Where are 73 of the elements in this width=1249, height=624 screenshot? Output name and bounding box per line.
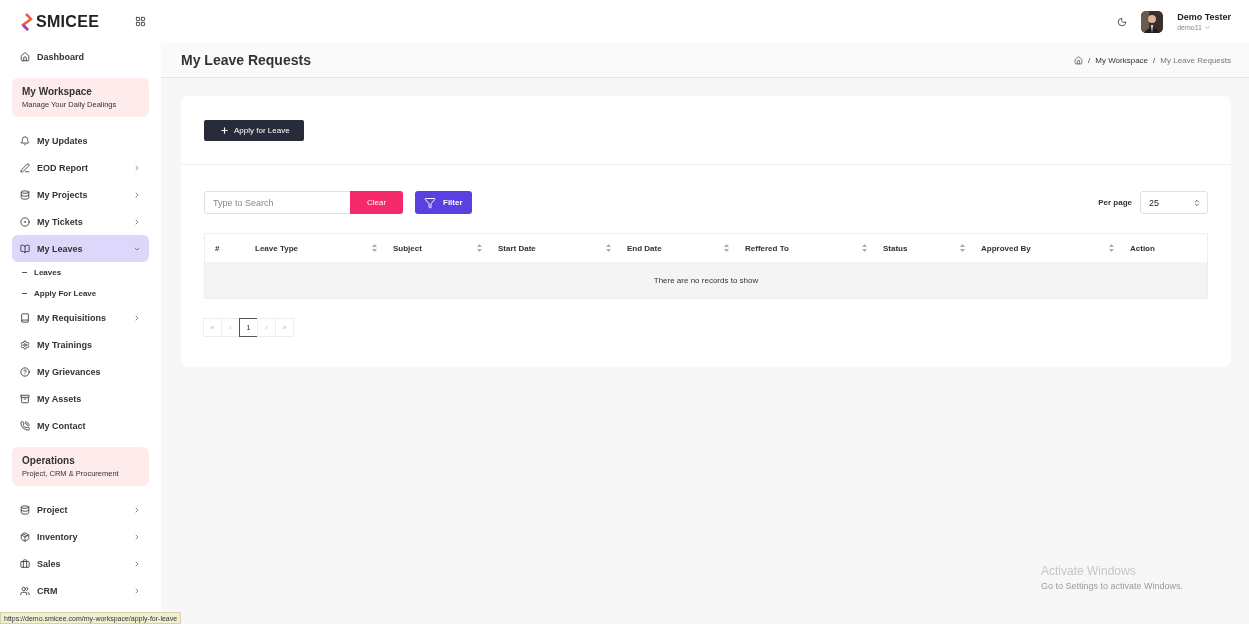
sidebar-item[interactable]: My Assets bbox=[12, 385, 149, 412]
sort-icon[interactable] bbox=[477, 244, 482, 252]
sidebar-item[interactable]: My Updates bbox=[12, 127, 149, 154]
column-header[interactable]: Approved By bbox=[971, 243, 1120, 253]
column-header[interactable]: Start Date bbox=[488, 243, 617, 253]
brand-name: SMICEE bbox=[36, 12, 100, 31]
sort-icon[interactable] bbox=[960, 244, 965, 252]
notice-text: Go to Settings to activate Windows. bbox=[1041, 581, 1184, 591]
submenu-item[interactable]: Leaves bbox=[12, 262, 149, 283]
sort-icon[interactable] bbox=[862, 244, 867, 252]
package-icon bbox=[20, 531, 30, 542]
phone-icon bbox=[20, 420, 30, 431]
sidebar-item[interactable]: EOD Report bbox=[12, 154, 149, 181]
sidebar-item[interactable]: My Leaves bbox=[12, 235, 149, 262]
breadcrumb-link[interactable]: My Workspace bbox=[1095, 55, 1149, 65]
empty-message: There are no records to show bbox=[205, 262, 1207, 298]
breadcrumb-separator: / bbox=[1153, 55, 1156, 65]
home-icon[interactable] bbox=[1074, 55, 1084, 65]
book-icon bbox=[20, 243, 30, 254]
column-header[interactable]: Reffered To bbox=[735, 243, 873, 253]
search-field[interactable]: Type to Search bbox=[204, 191, 350, 214]
column-header: Action bbox=[1129, 243, 1156, 253]
submenu-item[interactable]: Apply For Leave bbox=[12, 283, 149, 304]
sidebar-item[interactable]: Inventory bbox=[12, 523, 149, 550]
sort-icon[interactable] bbox=[372, 244, 377, 252]
sidebar-item[interactable]: My Grievances bbox=[12, 358, 149, 385]
section-title: Operations bbox=[22, 455, 76, 466]
sidebar-item[interactable]: My Tickets bbox=[12, 208, 149, 235]
page-title: My Leave Requests bbox=[181, 52, 311, 68]
plus-icon bbox=[220, 126, 229, 135]
breadcrumb-separator: / bbox=[1088, 55, 1091, 65]
column-header[interactable]: Subject bbox=[383, 243, 488, 253]
archive-icon bbox=[20, 393, 30, 404]
logo-icon bbox=[19, 12, 33, 31]
sidebar-item[interactable]: My Contact bbox=[12, 412, 149, 439]
breadcrumb-link[interactable]: My Leave Requests bbox=[1160, 55, 1231, 65]
column-header[interactable]: End Date bbox=[617, 243, 735, 253]
per-page-select[interactable]: 25 bbox=[1140, 191, 1208, 214]
sidebar-item[interactable]: Sales bbox=[12, 550, 149, 577]
briefcase-icon bbox=[20, 558, 30, 569]
apply-button[interactable]: Apply for Leave bbox=[204, 120, 304, 141]
database-icon bbox=[20, 504, 30, 515]
notebook-icon bbox=[20, 312, 30, 323]
sidebar-item[interactable]: CRM bbox=[12, 577, 149, 604]
column-header: # bbox=[214, 243, 221, 253]
gear-icon bbox=[20, 339, 30, 350]
target-icon bbox=[20, 216, 30, 227]
users-icon bbox=[20, 585, 30, 596]
sort-icon[interactable] bbox=[1109, 244, 1114, 252]
updown-icon bbox=[1193, 198, 1201, 207]
sidebar-item[interactable]: My Trainings bbox=[12, 331, 149, 358]
caret-icon bbox=[1203, 24, 1211, 31]
sidebar-item[interactable]: Project bbox=[12, 496, 149, 523]
column-header[interactable]: Status bbox=[873, 243, 971, 253]
sort-icon[interactable] bbox=[606, 244, 611, 252]
pen-icon bbox=[20, 162, 30, 173]
clear-button[interactable]: Clear bbox=[350, 191, 403, 214]
sort-icon[interactable] bbox=[724, 244, 729, 252]
sidebar-item[interactable]: Dashboard bbox=[12, 43, 149, 70]
filter-button[interactable]: Filter bbox=[415, 191, 472, 214]
home-icon bbox=[20, 51, 30, 62]
section-title: My Workspace bbox=[22, 86, 93, 97]
per-page-label: Per page bbox=[1098, 198, 1132, 207]
sidebar-item[interactable]: My Requisitions bbox=[12, 304, 149, 331]
moon-icon[interactable] bbox=[1117, 16, 1128, 27]
user-name: Demo Tester bbox=[1177, 12, 1231, 22]
grid-icon[interactable] bbox=[135, 16, 146, 27]
database-icon bbox=[20, 189, 30, 200]
filter-icon bbox=[424, 196, 436, 209]
bell-icon bbox=[20, 135, 30, 146]
column-header[interactable]: Leave Type bbox=[245, 243, 383, 253]
help-icon bbox=[20, 366, 30, 377]
sidebar-item[interactable]: My Projects bbox=[12, 181, 149, 208]
